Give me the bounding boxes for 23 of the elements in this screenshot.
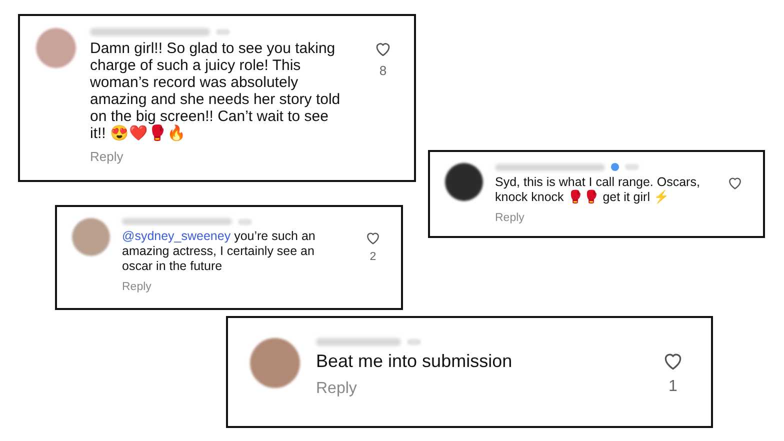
- comment-text: Syd, this is what I call range. Oscars, knock knock 🥊🥊 get it girl ⚡: [495, 175, 701, 205]
- avatar-placeholder: [36, 28, 76, 68]
- comment-text: Damn girl!! So glad to see you taking charge of such a juicy role! This woman’s record was absolutely amazing and she needs her story told on the big screen!! Can’t wait to see it!! 😍❤🥊🔥: [90, 40, 342, 142]
- reply-link[interactable]: Reply: [316, 377, 357, 401]
- blurred-timestamp: [407, 339, 421, 345]
- reply-link[interactable]: Reply: [495, 210, 524, 228]
- comment-text: Beat me into submission: [316, 350, 514, 372]
- mention-link[interactable]: @sydney_sweeney: [122, 229, 231, 243]
- avatar-placeholder: [72, 218, 110, 256]
- like-count: 1: [668, 377, 678, 397]
- heart-icon[interactable]: [374, 40, 392, 58]
- avatar-placeholder: [445, 163, 483, 201]
- reply-link[interactable]: Reply: [90, 147, 124, 166]
- blurred-timestamp: [238, 218, 252, 224]
- like-count: 2: [370, 250, 376, 265]
- blurred-timestamp: [216, 29, 230, 35]
- avatar-placeholder: [250, 338, 300, 388]
- heart-icon[interactable]: [365, 230, 381, 246]
- heart-icon[interactable]: [727, 175, 743, 191]
- like-count: 8: [379, 62, 387, 80]
- reply-link[interactable]: Reply: [122, 279, 152, 296]
- blurred-timestamp: [625, 164, 639, 170]
- comment-text: @sydney_sweeney you’re such an amazing actress, I certainly see an oscar in the future: [122, 229, 316, 274]
